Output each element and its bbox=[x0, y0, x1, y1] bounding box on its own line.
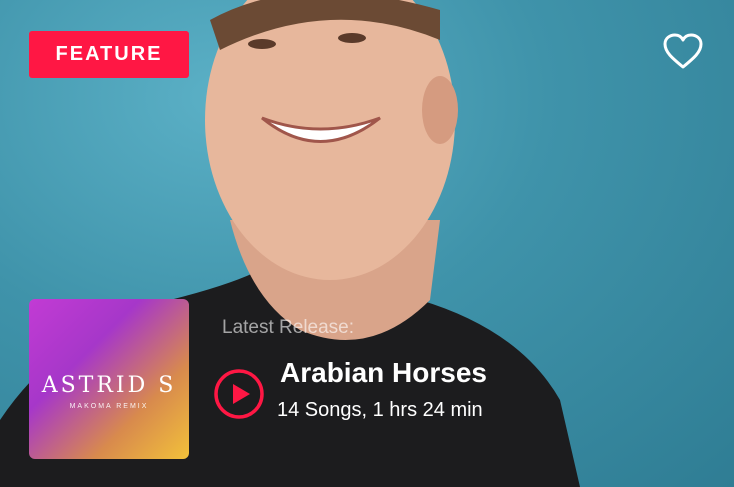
feature-card[interactable]: FEATURE ASTRID S MAKOMA REMIX Latest Rel… bbox=[0, 0, 734, 487]
album-cover[interactable]: ASTRID S MAKOMA REMIX bbox=[29, 299, 189, 459]
heart-outline-icon[interactable] bbox=[662, 32, 704, 72]
album-title[interactable]: Arabian Horses bbox=[280, 357, 487, 389]
feature-badge: FEATURE bbox=[29, 31, 189, 78]
play-circle-icon[interactable] bbox=[213, 368, 265, 420]
latest-release-label: Latest Release: bbox=[222, 317, 355, 338]
album-cover-title: ASTRID S bbox=[41, 373, 177, 398]
album-cover-subtitle: MAKOMA REMIX bbox=[69, 403, 149, 410]
album-meta: 14 Songs, 1 hrs 24 min bbox=[277, 399, 483, 421]
